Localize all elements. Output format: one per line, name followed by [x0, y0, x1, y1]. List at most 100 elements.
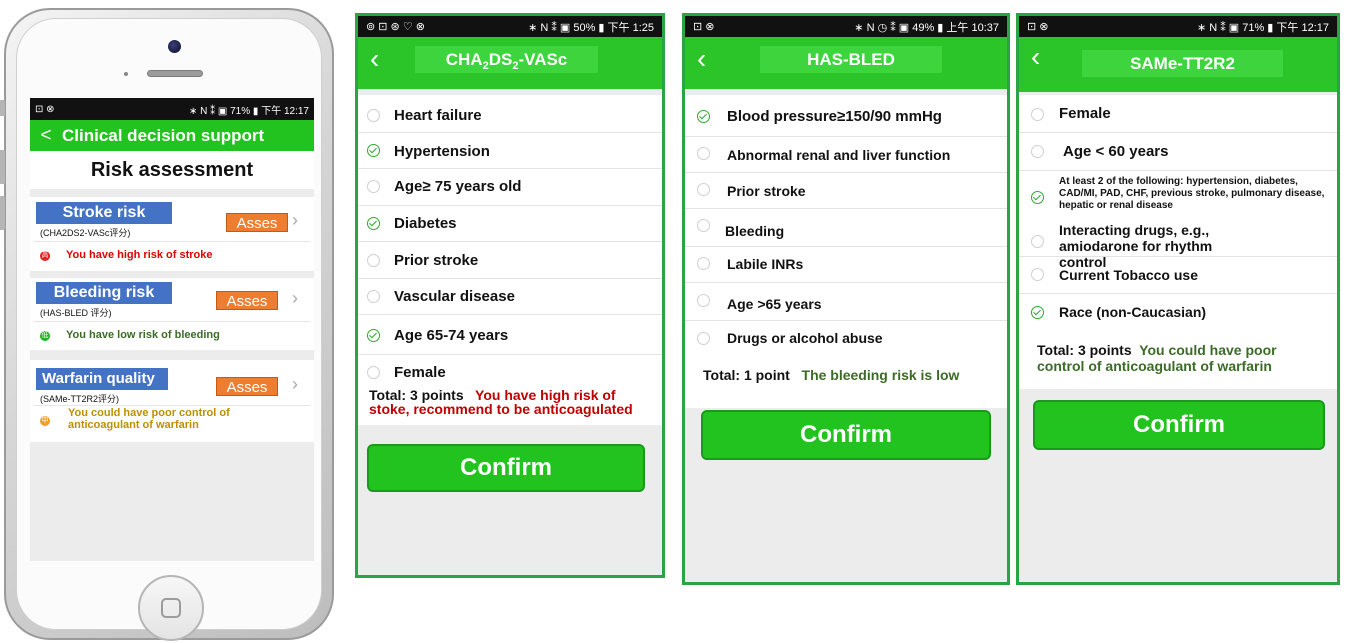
- criteria-row[interactable]: Age≥ 75 years old: [358, 169, 662, 206]
- criteria-label: Female: [1059, 105, 1111, 122]
- status-right-info: ∗ N ⁑ ▣ 71% ▮ 下午 12:17: [1196, 21, 1329, 34]
- card-title: Warfarin quality: [36, 368, 168, 390]
- checkbox-icon[interactable]: [367, 366, 380, 379]
- criteria-row[interactable]: Abnormal renal and liver function: [685, 137, 1007, 173]
- criteria-row[interactable]: Heart failure: [358, 95, 662, 133]
- criteria-row[interactable]: Labile INRs: [685, 247, 1007, 283]
- confirm-button[interactable]: Confirm: [1033, 400, 1325, 450]
- card-result: You have low risk of bleeding: [66, 329, 220, 341]
- home-button[interactable]: [138, 575, 204, 641]
- assess-button[interactable]: Asses: [216, 377, 278, 396]
- criteria-row[interactable]: Female: [358, 355, 662, 389]
- checkbox-icon[interactable]: [1031, 268, 1044, 281]
- criteria-row[interactable]: Age >65 years: [685, 283, 1007, 321]
- low-risk-dot-icon: 低: [40, 331, 50, 341]
- bleeding-risk-card[interactable]: Bleeding risk (HAS-BLED 评分) Asses › 低 Yo…: [30, 278, 314, 350]
- criteria-label: Age >65 years: [727, 296, 822, 312]
- criteria-row[interactable]: Race (non-Caucasian): [1019, 294, 1337, 331]
- header-title: Clinical decision support: [62, 125, 265, 145]
- checked-checkbox-icon[interactable]: [1031, 306, 1044, 319]
- checkbox-icon[interactable]: [697, 257, 710, 270]
- criteria-row[interactable]: Blood pressure≥150/90 mmHg: [685, 95, 1007, 137]
- back-chevron-icon[interactable]: <: [30, 125, 62, 147]
- title-part: CHA: [445, 50, 483, 69]
- confirm-button[interactable]: Confirm: [367, 444, 645, 492]
- checked-checkbox-icon[interactable]: [367, 144, 380, 157]
- checkbox-icon[interactable]: [697, 147, 710, 160]
- high-risk-dot-icon: 高: [40, 251, 50, 261]
- phone-screen: ⊡ ⊗ ∗ N ⁑ ▣ 71% ▮ 下午 12:17 < Clinical de…: [30, 98, 314, 561]
- criteria-label: Abnormal renal and liver function: [727, 147, 951, 163]
- home-square-icon: [161, 598, 181, 618]
- checkbox-icon[interactable]: [697, 183, 710, 196]
- checkbox-icon[interactable]: [697, 294, 710, 307]
- back-chevron-icon[interactable]: ‹: [697, 43, 706, 75]
- app-header: < Clinical decision support: [30, 120, 314, 151]
- criteria-label: Current Tobacco use: [1059, 267, 1198, 283]
- status-left-icons: ⊡ ⊗: [35, 103, 55, 115]
- mute-switch: [0, 100, 5, 116]
- criteria-row[interactable]: Prior stroke: [358, 242, 662, 279]
- criteria-list: Blood pressure≥150/90 mmHg Abnormal rena…: [685, 95, 1007, 408]
- result-summary: Total: 3 points You have high risk of st…: [369, 388, 659, 416]
- screen-header: ‹ CHA2DS2-VASc: [358, 37, 662, 89]
- criteria-row[interactable]: Interacting drugs, e.g., amiodarone for …: [1019, 219, 1337, 270]
- criteria-row[interactable]: Female: [1019, 95, 1337, 133]
- criteria-row[interactable]: Drugs or alcohol abuse: [685, 321, 1007, 358]
- checkbox-icon[interactable]: [1031, 235, 1044, 248]
- criteria-row[interactable]: Vascular disease: [358, 279, 662, 315]
- checkbox-icon[interactable]: [697, 332, 710, 345]
- card-subtitle: (CHA2DS2-VASc评分): [40, 228, 131, 238]
- checkbox-icon[interactable]: [1031, 145, 1044, 158]
- back-chevron-icon[interactable]: ‹: [370, 43, 379, 75]
- criteria-row[interactable]: Bleeding: [685, 209, 1007, 247]
- page-title: Risk assessment: [30, 151, 314, 189]
- criteria-row[interactable]: Age 65-74 years: [358, 315, 662, 355]
- title-part: -VASc: [518, 50, 568, 69]
- checkbox-icon[interactable]: [367, 290, 380, 303]
- criteria-label: Bleeding: [725, 223, 785, 239]
- checked-checkbox-icon[interactable]: [697, 110, 710, 123]
- criteria-row[interactable]: Current Tobacco use: [1019, 257, 1337, 294]
- criteria-row[interactable]: Prior stroke: [685, 173, 1007, 209]
- status-left-icons: ⊡ ⊗: [1027, 21, 1049, 33]
- status-bar: ⊡ ⊗ ∗ N ◷ ⁑ ▣ 49% ▮ 上午 10:37: [685, 16, 1007, 37]
- criteria-row[interactable]: Diabetes: [358, 206, 662, 242]
- criteria-label: Blood pressure≥150/90 mmHg: [727, 108, 942, 125]
- checkbox-icon[interactable]: [697, 219, 710, 232]
- criteria-label: Prior stroke: [394, 252, 479, 269]
- has-bled-screen: ⊡ ⊗ ∗ N ◷ ⁑ ▣ 49% ▮ 上午 10:37 ‹ HAS-BLED …: [682, 13, 1010, 585]
- stroke-risk-card[interactable]: Stroke risk (CHA2DS2-VASc评分) Asses › 高 Y…: [30, 197, 314, 271]
- criteria-row[interactable]: Age < 60 years: [1019, 133, 1337, 171]
- checkbox-icon[interactable]: [367, 254, 380, 267]
- checked-checkbox-icon[interactable]: [367, 329, 380, 342]
- checkbox-icon[interactable]: [1031, 108, 1044, 121]
- checked-checkbox-icon[interactable]: [1031, 191, 1044, 204]
- criteria-label: Age < 60 years: [1063, 143, 1169, 160]
- total-points: Total: 3 points: [1037, 342, 1132, 358]
- screen-header: ‹ HAS-BLED: [685, 37, 1007, 89]
- divider: [34, 241, 310, 242]
- result-summary: Total: 3 points You could have poor cont…: [1037, 342, 1327, 374]
- checkbox-icon[interactable]: [367, 180, 380, 193]
- result-summary: Total: 1 point The bleeding risk is low: [703, 367, 959, 383]
- assess-button[interactable]: Asses: [226, 213, 288, 232]
- confirm-button[interactable]: Confirm: [701, 410, 991, 460]
- card-subtitle: (HAS-BLED 评分): [40, 308, 112, 318]
- result-text: The bleeding risk is low: [801, 367, 960, 383]
- criteria-list: Heart failure Hypertension Age≥ 75 years…: [358, 95, 662, 425]
- screen-title: HAS-BLED: [760, 46, 942, 73]
- criteria-row[interactable]: Hypertension: [358, 133, 662, 169]
- checkbox-icon[interactable]: [367, 109, 380, 122]
- screen-header: ‹ SAMe-TT2R2: [1019, 37, 1337, 92]
- warfarin-quality-card[interactable]: Warfarin quality (SAMe-TT2R2评分) Asses › …: [30, 360, 314, 442]
- checked-checkbox-icon[interactable]: [367, 217, 380, 230]
- back-chevron-icon[interactable]: ‹: [1031, 41, 1040, 73]
- medium-risk-dot-icon: 中: [40, 416, 50, 426]
- criteria-list: Female Age < 60 years At least 2 of the …: [1019, 95, 1337, 389]
- criteria-label: Drugs or alcohol abuse: [727, 330, 883, 346]
- assess-button[interactable]: Asses: [216, 291, 278, 310]
- screen-title: SAMe-TT2R2: [1082, 50, 1283, 77]
- criteria-label: Labile INRs: [727, 256, 804, 272]
- criteria-row[interactable]: At least 2 of the following: hypertensio…: [1019, 171, 1337, 219]
